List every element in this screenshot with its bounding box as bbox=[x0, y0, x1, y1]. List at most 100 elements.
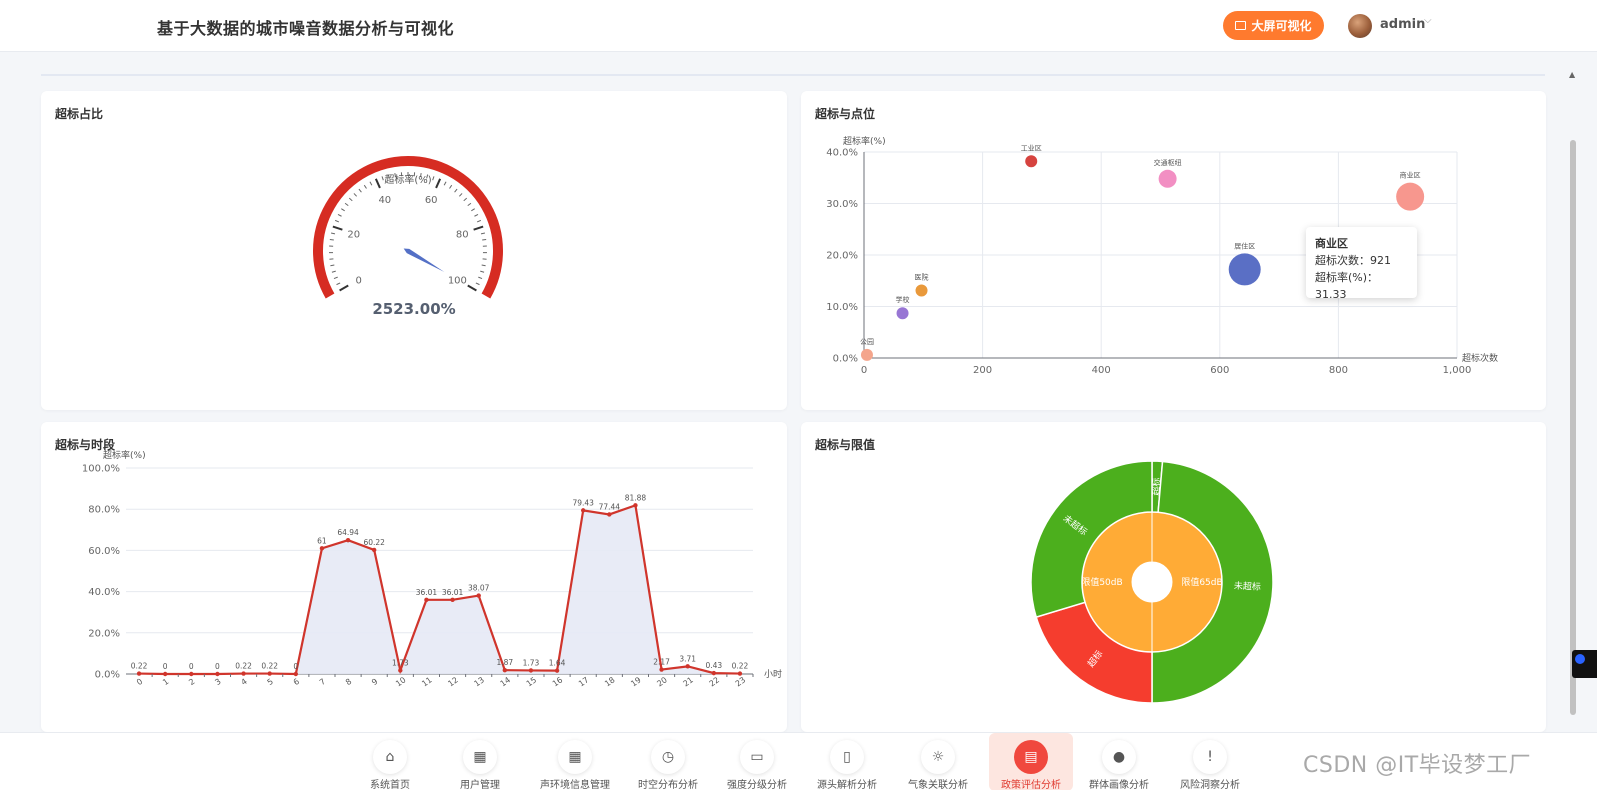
x-tick-label: 19 bbox=[629, 675, 643, 688]
gauge-minor-tick bbox=[344, 202, 349, 207]
x-tick-label: 7 bbox=[318, 677, 327, 687]
sun-icon: ☼ bbox=[921, 740, 955, 774]
data-point bbox=[424, 597, 429, 603]
gauge-minor-tick bbox=[341, 208, 345, 212]
data-label: 64.94 bbox=[337, 528, 359, 537]
gauge-minor-tick bbox=[474, 213, 479, 217]
sunburst-card: 超标与限值 限值65dB 超标 未超标 限值50dB 超标 未超标 bbox=[801, 422, 1546, 732]
data-point bbox=[633, 503, 638, 508]
x-tick-label: 1,000 bbox=[1443, 365, 1472, 376]
nav-item[interactable]: ▯ 源头解析分析 bbox=[805, 733, 889, 790]
data-point bbox=[319, 546, 325, 551]
watermark: CSDN @IT毕设梦工厂 bbox=[1303, 753, 1532, 778]
data-label: 0 bbox=[215, 662, 220, 671]
gauge-tick-label: 40 bbox=[378, 195, 391, 206]
nav-item[interactable]: ▤ 政策评估分析 bbox=[989, 733, 1073, 790]
nav-item[interactable]: ▭ 强度分级分析 bbox=[715, 733, 799, 790]
nav-item-label: 群体画像分析 bbox=[1089, 780, 1149, 790]
gauge-minor-tick bbox=[369, 181, 373, 186]
nav-item[interactable]: ▦ 声环境信息管理 bbox=[533, 733, 617, 790]
point-label: 交通枢纽 bbox=[1154, 158, 1182, 167]
data-label: 2.17 bbox=[653, 658, 670, 667]
line-chart: 0.0% 20.0% 40.0% 60.0% 80.0% 100.0% 超标率(%) 小时 0.… bbox=[82, 449, 782, 689]
nav-item[interactable]: ⌂ 系统首页 bbox=[348, 733, 432, 790]
data-label: 0.43 bbox=[705, 661, 722, 670]
gauge-chart: 0 20 40 60 80 100 超标率(%) bbox=[313, 156, 503, 299]
gauge-major-tick bbox=[374, 178, 381, 189]
home-icon: ⌂ bbox=[373, 740, 407, 774]
book-icon: ▯ bbox=[830, 740, 864, 774]
grid-icon: ▦ bbox=[558, 740, 592, 774]
alert-icon: ! bbox=[1193, 740, 1227, 774]
gauge-minor-tick bbox=[480, 232, 486, 235]
x-tick-label: 21 bbox=[681, 675, 695, 688]
point-label: 学校 bbox=[896, 295, 910, 304]
badge-icon bbox=[1575, 654, 1585, 664]
gauge-minor-tick bbox=[475, 282, 480, 286]
x-tick-label: 14 bbox=[499, 675, 513, 688]
scatter-point bbox=[1158, 169, 1177, 188]
data-label: 36.01 bbox=[416, 588, 438, 597]
point-label: 商业区 bbox=[1400, 171, 1421, 180]
data-label: 0 bbox=[293, 662, 298, 671]
scroll-up-icon[interactable]: ▲ bbox=[1569, 70, 1575, 79]
data-label: 0.22 bbox=[732, 662, 749, 671]
avatar[interactable] bbox=[1348, 14, 1372, 38]
gauge-major-tick bbox=[339, 284, 349, 292]
data-point bbox=[476, 593, 481, 598]
x-tick-label: 22 bbox=[708, 675, 722, 688]
nav-item-label: 气象关联分析 bbox=[908, 780, 968, 790]
tooltip-row: 超标次数：921 bbox=[1315, 254, 1391, 267]
data-label: 38.07 bbox=[468, 584, 490, 593]
y-tick-label: 100.0% bbox=[82, 464, 120, 475]
y-tick-label: 0.0% bbox=[833, 354, 858, 365]
data-point bbox=[580, 508, 586, 513]
tooltip-title: 商业区 bbox=[1315, 237, 1348, 250]
username[interactable]: admin bbox=[1380, 17, 1425, 32]
data-label: 0.22 bbox=[235, 662, 252, 671]
gauge-minor-tick bbox=[333, 276, 338, 280]
x-tick-label: 400 bbox=[1092, 365, 1111, 376]
chart-tooltip: 商业区 超标次数：921 超标率(%)：31.33 bbox=[1306, 227, 1417, 301]
chevron-down-icon[interactable]: ⌵ bbox=[1424, 15, 1432, 26]
bigscreen-label: 大屏可视化 bbox=[1251, 19, 1312, 33]
grid-icon: ▦ bbox=[463, 740, 497, 774]
bigscreen-button[interactable]: 大屏可视化 bbox=[1223, 11, 1324, 40]
gauge-minor-tick bbox=[334, 219, 340, 223]
gauge-minor-tick bbox=[432, 176, 435, 181]
y-tick-label: 20.0% bbox=[826, 251, 858, 262]
y-tick-label: 60.0% bbox=[88, 546, 120, 557]
nav-item[interactable]: ! 风险洞察分析 bbox=[1168, 733, 1252, 790]
nav-item[interactable]: ☼ 气象关联分析 bbox=[896, 733, 980, 790]
y-tick-label: 10.0% bbox=[826, 302, 858, 313]
nav-item[interactable]: ▦ 用户管理 bbox=[438, 733, 522, 790]
x-tick-label: 2 bbox=[187, 677, 196, 687]
gauge-minor-tick bbox=[449, 184, 453, 189]
nav-item-label: 声环境信息管理 bbox=[540, 780, 610, 790]
data-label: 1.87 bbox=[496, 658, 513, 667]
presentation-icon: ▭ bbox=[740, 740, 774, 774]
data-label: 0.22 bbox=[261, 662, 278, 671]
side-widget[interactable] bbox=[1572, 650, 1597, 678]
scrollbar-thumb[interactable] bbox=[1570, 140, 1576, 715]
data-point bbox=[450, 597, 455, 603]
data-point bbox=[607, 512, 612, 517]
scatter-point bbox=[896, 307, 909, 320]
gauge-minor-tick bbox=[476, 219, 482, 223]
x-tick-label: 600 bbox=[1210, 365, 1229, 376]
data-label: 0 bbox=[163, 662, 168, 671]
tooltip-row: 超标率(%)：31.33 bbox=[1315, 271, 1379, 301]
x-tick-label: 0 bbox=[861, 365, 867, 376]
data-label: 36.01 bbox=[442, 588, 464, 597]
point-label: 医院 bbox=[915, 273, 929, 282]
nav-item-label: 源头解析分析 bbox=[817, 780, 877, 790]
scatter-chart: 0.0% 10.0% 20.0% 30.0% 40.0% 0 200 400 600 800 1,0… bbox=[826, 135, 1498, 376]
gauge-minor-tick bbox=[443, 181, 447, 186]
x-tick-label: 11 bbox=[420, 675, 434, 688]
data-label: 0 bbox=[189, 662, 194, 671]
scatter-card: 超标与点位 0.0% 10.0% 20.0% 30.0% 40.0% 0 200 400 600… bbox=[801, 91, 1546, 410]
nav-item[interactable]: ● 群体画像分析 bbox=[1077, 733, 1161, 790]
x-tick-label: 5 bbox=[266, 677, 275, 687]
nav-item[interactable]: ◷ 时空分布分析 bbox=[626, 733, 710, 790]
gauge-value: 2523.00% bbox=[372, 300, 456, 318]
